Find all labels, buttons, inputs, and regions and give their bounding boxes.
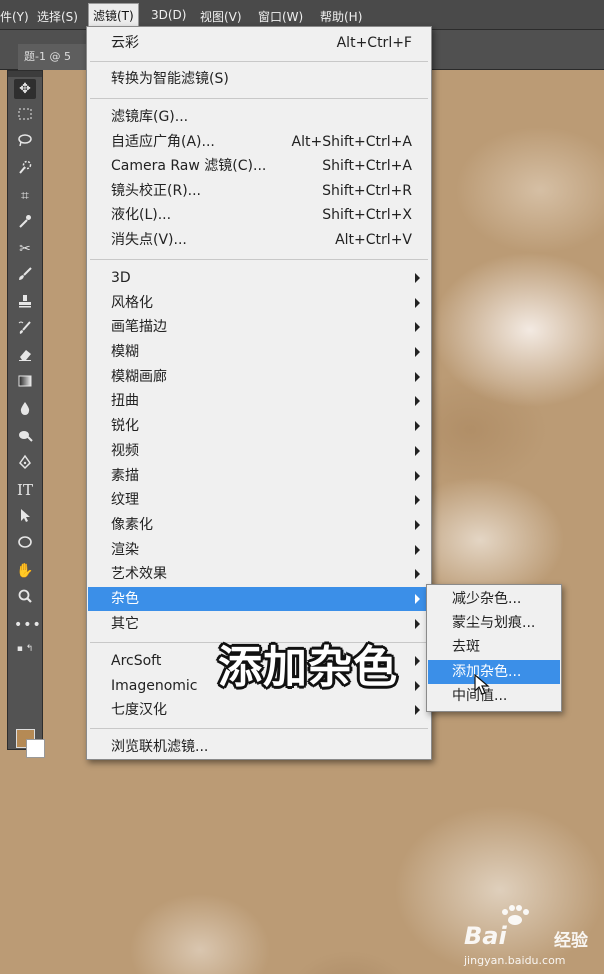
eyedropper-icon[interactable] [14,213,36,233]
submenu-arrow-icon [415,656,420,666]
menu-item-other[interactable]: 其它 [88,612,430,636]
submenu-arrow-icon [415,594,420,604]
menu-item-blur[interactable]: 模糊 [88,340,430,364]
menu-item-liquify[interactable]: 液化(L)... Shift+Ctrl+X [88,203,430,227]
menu-item-lens-correction[interactable]: 镜头校正(R)... Shift+Ctrl+R [88,179,430,203]
swap-colors-icon[interactable]: ▪ ↰ [14,639,36,659]
toolbar-grip[interactable] [8,71,42,77]
submenu-arrow-icon [415,396,420,406]
watermark-brand-suffix: 经验 [554,931,588,951]
menu-separator [90,61,428,62]
menu-item-browse-online-filters[interactable]: 浏览联机滤镜... [88,735,430,759]
menu-3d[interactable]: 3D(D) [151,8,186,22]
submenu-arrow-icon [415,681,420,691]
submenu-arrow-icon [415,446,420,456]
menu-item-video[interactable]: 视频 [88,439,430,463]
type-icon[interactable]: IT [14,480,36,500]
history-brush-icon[interactable] [14,320,36,340]
submenu-arrow-icon [415,298,420,308]
more-tools-icon[interactable]: ••• [14,615,41,635]
submenu-item-reduce-noise[interactable]: 减少杂色... [428,587,560,611]
tools-panel: ✥ ⌗ ✂ IT ✋ ••• ▪ ↰ [7,70,45,758]
hand-icon[interactable]: ✋ [14,561,36,581]
mouse-cursor-icon [474,674,490,695]
menu-item-vanishing-point[interactable]: 消失点(V)... Alt+Ctrl+V [88,228,430,252]
submenu-arrow-icon [415,347,420,357]
document-tab[interactable]: 题-1 @ 5 [18,44,90,70]
submenu-arrow-icon [415,322,420,332]
watermark-brand: Bai [464,922,507,950]
submenu-item-despeckle[interactable]: 去斑 [428,635,560,659]
menu-file[interactable]: 件(Y) [0,8,29,25]
submenu-arrow-icon [415,569,420,579]
submenu-arrow-icon [415,372,420,382]
tutorial-caption: 添加杂色 [218,642,398,693]
pen-icon[interactable] [14,454,36,474]
menu-item-noise[interactable]: 杂色 [88,587,430,611]
submenu-arrow-icon [415,520,420,530]
menu-item-pixelate[interactable]: 像素化 [88,513,430,537]
submenu-item-add-noise[interactable]: 添加杂色... [428,660,560,684]
healing-icon[interactable]: ✂ [14,239,36,259]
menu-item-sketch[interactable]: 素描 [88,464,430,488]
submenu-arrow-icon [415,421,420,431]
submenu-arrow-icon [415,705,420,715]
menu-item-convert-smart-filter[interactable]: 转换为智能滤镜(S) [88,67,430,91]
brush-icon[interactable] [14,266,36,286]
menu-help[interactable]: 帮助(H) [320,8,362,25]
menu-separator [90,259,428,260]
dodge-icon[interactable] [14,427,36,447]
menu-separator [90,728,428,729]
menu-filter[interactable]: 滤镜(T) [88,3,139,27]
menu-item-clouds[interactable]: 云彩 Alt+Ctrl+F [88,31,430,55]
noise-submenu: 减少杂色... 蒙尘与划痕... 去斑 添加杂色... 中间值... [426,584,562,712]
menu-item-blur-gallery[interactable]: 模糊画廊 [88,365,430,389]
zoom-icon[interactable] [14,588,36,608]
menu-item-sharpen[interactable]: 锐化 [88,414,430,438]
menu-separator [90,98,428,99]
shape-icon[interactable] [14,534,36,554]
submenu-arrow-icon [415,273,420,283]
menu-select[interactable]: 选择(S) [37,8,78,25]
submenu-arrow-icon [415,619,420,629]
baidu-watermark: Bai 经验 jingyan.baidu.com [460,904,600,970]
gradient-icon[interactable] [14,373,36,393]
path-select-icon[interactable] [14,507,36,527]
submenu-item-median[interactable]: 中间值... [428,684,560,708]
menu-item-distort[interactable]: 扭曲 [88,389,430,413]
stamp-icon[interactable] [14,293,36,313]
move-icon[interactable]: ✥ [14,79,36,99]
menu-item-stylize[interactable]: 风格化 [88,291,430,315]
menu-item-filter-gallery[interactable]: 滤镜库(G)... [88,105,430,129]
background-color-swatch[interactable] [26,739,45,758]
blur-icon[interactable] [14,400,36,420]
menu-view[interactable]: 视图(V) [200,8,242,25]
quick-select-icon[interactable] [14,159,36,179]
crop-icon[interactable]: ⌗ [14,186,36,206]
marquee-icon[interactable] [14,106,36,126]
submenu-arrow-icon [415,495,420,505]
menu-item-3d[interactable]: 3D [88,266,430,290]
submenu-arrow-icon [415,471,420,481]
submenu-arrow-icon [415,545,420,555]
menu-item-texture[interactable]: 纹理 [88,488,430,512]
menu-window[interactable]: 窗口(W) [258,8,303,25]
eraser-icon[interactable] [14,346,36,366]
menu-item-qidu[interactable]: 七度汉化 [88,698,430,722]
watermark-url: jingyan.baidu.com [464,954,566,967]
menu-item-artistic[interactable]: 艺术效果 [88,562,430,586]
menu-item-brush-strokes[interactable]: 画笔描边 [88,315,430,339]
menu-item-camera-raw[interactable]: Camera Raw 滤镜(C)... Shift+Ctrl+A [88,154,430,178]
menu-item-render[interactable]: 渲染 [88,538,430,562]
submenu-item-dust-scratches[interactable]: 蒙尘与划痕... [428,611,560,635]
lasso-icon[interactable] [14,132,36,152]
menu-item-adaptive-wide-angle[interactable]: 自适应广角(A)... Alt+Shift+Ctrl+A [88,130,430,154]
